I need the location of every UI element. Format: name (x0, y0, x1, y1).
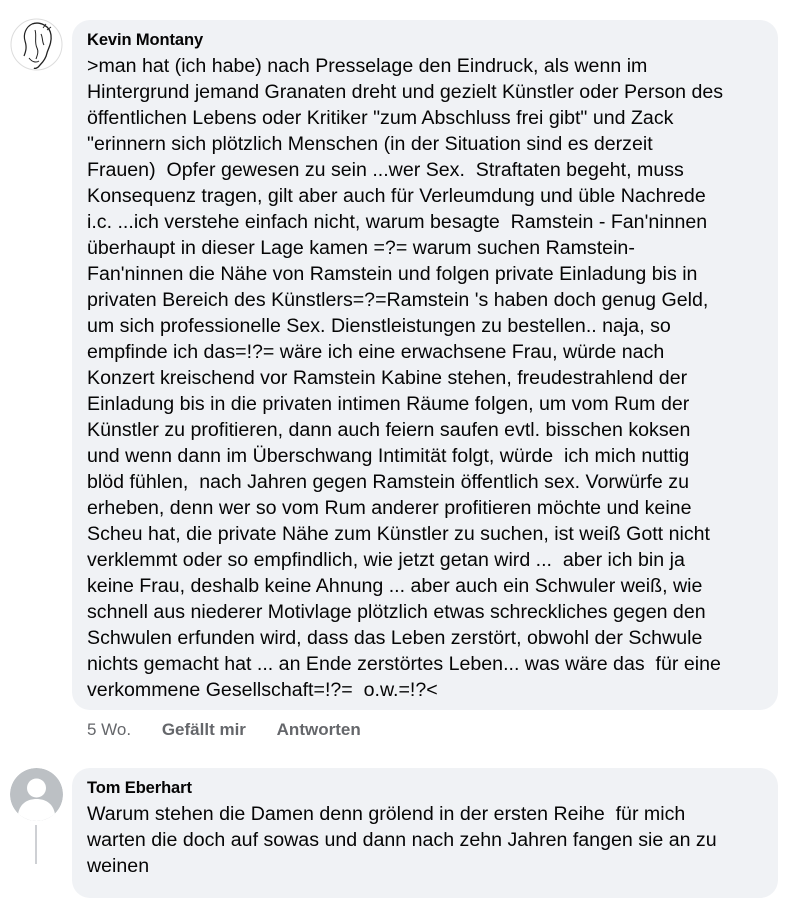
avatar[interactable] (10, 768, 63, 821)
reply-thread-line (35, 825, 37, 864)
comment-line: privaten Bereich des Künstlers=?=Ramstei… (87, 289, 709, 311)
comment-line: blöd fühlen, nach Jahren gegen Ramstein … (87, 471, 689, 493)
comment-author[interactable]: Kevin Montany (87, 31, 203, 50)
comment-line: verkommene Gesellschaft=!?= o.w.=!?< (87, 679, 438, 701)
comment-line: Konzert kreischend vor Ramstein Kabine s… (87, 367, 688, 389)
comment-line: öffentlichen Lebens oder Kritiker "zum A… (87, 107, 674, 129)
like-button[interactable]: Gefällt mir (162, 720, 246, 740)
comment-line: um sich professionelle Sex. Dienstleistu… (87, 315, 671, 337)
comment-line: Konsequenz tragen, gilt aber auch für Ve… (87, 185, 706, 207)
avatar[interactable] (10, 18, 63, 71)
comment-text: Warum stehen die Damen denn grölend in d… (87, 801, 777, 879)
comment-tom-eberhart: Tom Eberhart Warum stehen die Damen denn… (0, 760, 794, 898)
comment-kevin-montany: Kevin Montany >man hat (ich habe) nach P… (0, 0, 794, 760)
comment-text: >man hat (ich habe) nach Presselage den … (87, 53, 777, 703)
default-user-avatar-icon (10, 768, 63, 821)
comment-line: Schwulen erfunden wird, dass das Leben z… (87, 627, 703, 649)
comment-line: und wenn dann im Überschwang Intimität f… (87, 445, 690, 467)
comment-line: schnell aus niederer Motivlage plötzlich… (87, 601, 706, 623)
reply-button[interactable]: Antworten (277, 720, 361, 740)
comment-line: "erinnern sich plötzlich Menschen (in de… (87, 133, 653, 155)
comment-line: verklemmt oder so empfindlich, wie jetzt… (87, 549, 685, 571)
comment-line: i.c. ...ich verstehe einfach nicht, waru… (87, 211, 708, 233)
comment-timestamp[interactable]: 5 Wo. (87, 720, 131, 740)
comment-bubble: Tom Eberhart Warum stehen die Damen denn… (72, 768, 778, 898)
comment-line: keine Frau, deshalb keine Ahnung ... abe… (87, 575, 703, 597)
comment-line: Scheu hat, die private Nähe zum Künstler… (87, 523, 710, 545)
comment-line: weinen (87, 855, 150, 877)
comment-actions: 5 Wo. Gefällt mir Antworten (87, 720, 361, 740)
comment-line: Fan'ninnen die Nähe von Ramstein und fol… (87, 263, 698, 285)
comment-author[interactable]: Tom Eberhart (87, 779, 192, 798)
comment-line: Einladung bis in die privaten intimen Rä… (87, 393, 690, 415)
comment-line: Künstler zu profitieren, dann auch feier… (87, 419, 691, 441)
comment-line: überhaupt in dieser Lage kamen =?= warum… (87, 237, 635, 259)
comment-line: warten die doch auf sowas und dann nach … (87, 829, 717, 851)
comment-line: Warum stehen die Damen denn grölend in d… (87, 803, 686, 825)
sketch-face-avatar-icon (10, 18, 63, 71)
comment-line: Frauen) Opfer gewesen zu sein ...wer Sex… (87, 159, 684, 181)
comment-line: empfinde ich das=!?= wäre ich eine erwac… (87, 341, 665, 363)
comment-line: >man hat (ich habe) nach Presselage den … (87, 55, 648, 77)
comment-line: Hintergrund jemand Granaten dreht und ge… (87, 81, 724, 103)
comment-bubble: Kevin Montany >man hat (ich habe) nach P… (72, 20, 778, 710)
comment-line: nichts gemacht hat ... an Ende zerstörte… (87, 653, 721, 675)
comment-line: erheben, denn wer so vom Rum anderer pro… (87, 497, 692, 519)
